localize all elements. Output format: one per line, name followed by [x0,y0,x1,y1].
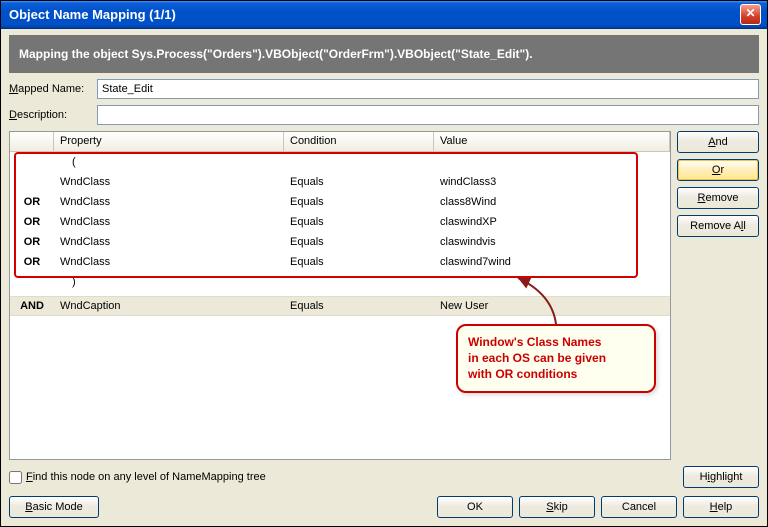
close-icon[interactable]: ✕ [740,4,761,25]
or-button[interactable]: Or [677,159,759,181]
val-cell: claswindvis [434,234,670,250]
prop-cell: WndClass [54,254,284,270]
remove-button[interactable]: Remove [677,187,759,209]
cancel-button[interactable]: Cancel [601,496,677,518]
options-row: Find this node on any level of NameMappi… [9,466,759,488]
dialog-buttons: Basic Mode OK Skip Cancel Help [9,496,759,518]
window-title: Object Name Mapping (1/1) [9,7,740,22]
table-row[interactable]: WndClass Equals windClass3 [10,172,670,192]
skip-button[interactable]: Skip [519,496,595,518]
open-paren: ( [54,154,82,170]
cond-cell: Equals [284,174,434,190]
cond-cell: Equals [284,254,434,270]
table-row[interactable]: OR WndClass Equals class8Wind [10,192,670,212]
mapped-name-input[interactable] [97,79,759,99]
cond-cell: Equals [284,298,434,314]
grid-header: Property Condition Value [10,132,670,152]
find-node-checkbox-wrap[interactable]: Find this node on any level of NameMappi… [9,471,266,484]
conditions-grid: Property Condition Value ( WndClass Equa… [9,131,671,460]
description-row: Description: [9,105,759,125]
header-condition[interactable]: Condition [284,132,434,151]
val-cell: claswindXP [434,214,670,230]
highlight-button[interactable]: Highlight [683,466,759,488]
find-node-label: Find this node on any level of NameMappi… [26,471,266,483]
callout-line: with OR conditions [468,366,644,382]
mapped-name-row: Mapped Name: [9,79,759,99]
basic-mode-button[interactable]: Basic Mode [9,496,99,518]
mapping-banner: Mapping the object Sys.Process("Orders")… [9,35,759,73]
ok-button[interactable]: OK [437,496,513,518]
help-button[interactable]: Help [683,496,759,518]
titlebar: Object Name Mapping (1/1) ✕ [1,1,767,29]
op-cell: OR [10,194,54,210]
prop-cell: WndClass [54,214,284,230]
find-node-checkbox[interactable] [9,471,22,484]
prop-cell: WndClass [54,234,284,250]
client-area: Mapping the object Sys.Process("Orders")… [1,29,767,526]
mid-area: Property Condition Value ( WndClass Equa… [9,131,759,460]
side-buttons: And Or Remove Remove All [677,131,759,460]
dialog-window: Object Name Mapping (1/1) ✕ Mapping the … [0,0,768,527]
and-button[interactable]: And [677,131,759,153]
val-cell: claswind7wind [434,254,670,270]
close-paren-row: ) [10,272,670,292]
table-row[interactable]: OR WndClass Equals claswindvis [10,232,670,252]
val-cell: New User [434,298,670,314]
description-input[interactable] [97,105,759,125]
prop-cell: WndClass [54,194,284,210]
description-label: Description: [9,109,91,121]
callout-line: Window's Class Names [468,334,644,350]
op-cell: OR [10,214,54,230]
annotation-callout: Window's Class Names in each OS can be g… [456,324,656,393]
op-cell: OR [10,234,54,250]
table-row[interactable]: OR WndClass Equals claswind7wind [10,252,670,272]
callout-line: in each OS can be given [468,350,644,366]
open-paren-row: ( [10,152,670,172]
remove-all-button[interactable]: Remove All [677,215,759,237]
prop-cell: WndClass [54,174,284,190]
table-row-and[interactable]: AND WndCaption Equals New User [10,296,670,316]
mapped-name-label: Mapped Name: [9,83,91,95]
cond-cell: Equals [284,214,434,230]
header-op [10,132,54,151]
op-cell: OR [10,254,54,270]
val-cell: class8Wind [434,194,670,210]
grid-body: ( WndClass Equals windClass3 OR WndClass… [10,152,670,459]
op-cell: AND [10,298,54,314]
header-property[interactable]: Property [54,132,284,151]
prop-cell: WndCaption [54,298,284,314]
close-paren: ) [54,274,82,290]
table-row[interactable]: OR WndClass Equals claswindXP [10,212,670,232]
header-value[interactable]: Value [434,132,670,151]
cond-cell: Equals [284,194,434,210]
op-cell [10,180,54,184]
cond-cell: Equals [284,234,434,250]
val-cell: windClass3 [434,174,670,190]
